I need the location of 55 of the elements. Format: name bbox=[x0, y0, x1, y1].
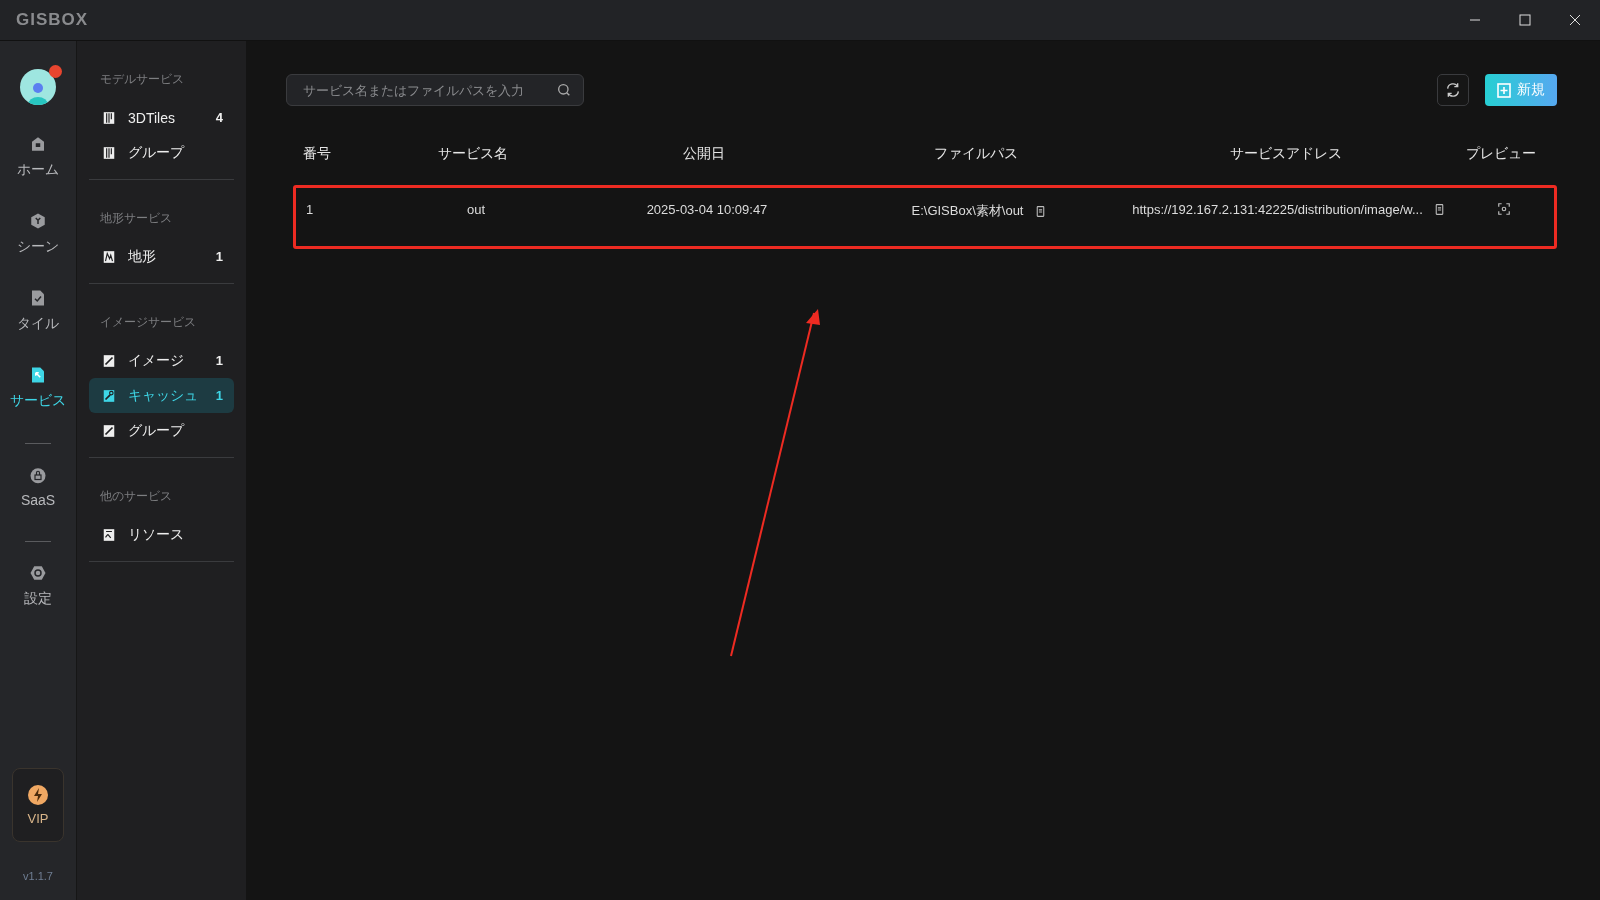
sidebar-item[interactable]: キャッシュ 1 bbox=[89, 378, 234, 413]
column-header: サービスアドレス bbox=[1229, 145, 1343, 163]
document-arrow-icon bbox=[29, 366, 47, 384]
rail-item[interactable]: SaaS bbox=[20, 458, 56, 516]
sidebar-item[interactable]: 3DTiles 4 bbox=[89, 100, 234, 135]
cube-icon bbox=[29, 212, 47, 230]
image-icon bbox=[102, 423, 116, 438]
version-label: v1.1.7 bbox=[23, 870, 53, 882]
image-clock-icon bbox=[102, 388, 116, 403]
refresh-icon bbox=[1445, 82, 1461, 98]
sidebar-item[interactable]: グループ bbox=[89, 135, 234, 170]
table-cell-text: 1 bbox=[305, 202, 315, 217]
avatar[interactable] bbox=[20, 69, 56, 105]
preview-icon bbox=[1497, 202, 1511, 216]
mountain-icon bbox=[102, 249, 116, 264]
lock-icon bbox=[29, 466, 47, 484]
sidebar-item[interactable]: リソース bbox=[89, 517, 234, 552]
lightning-icon bbox=[28, 784, 48, 805]
app-logo: GISBOX bbox=[16, 10, 89, 30]
notification-badge bbox=[49, 65, 62, 78]
group-title: 他のサービス bbox=[99, 488, 173, 505]
vip-button[interactable]: VIP bbox=[12, 768, 64, 842]
rail-item[interactable]: 設定 bbox=[24, 556, 52, 616]
sidebar-item[interactable]: グループ bbox=[89, 413, 234, 448]
refresh-button[interactable] bbox=[1437, 74, 1469, 106]
column-header: サービス名 bbox=[437, 145, 509, 163]
group-title: イメージサービス bbox=[99, 314, 197, 331]
search-icon bbox=[556, 82, 572, 98]
settings-icon bbox=[29, 564, 47, 582]
close-icon bbox=[1569, 14, 1581, 26]
sidebar-item[interactable]: イメージ 1 bbox=[89, 343, 234, 378]
columns-icon bbox=[102, 145, 116, 160]
table-cell-text: out bbox=[465, 202, 487, 217]
search-field[interactable]: サービス名またはファイルパスを入力 bbox=[286, 74, 584, 106]
table-cell: E:\GISBox\素材\out bbox=[911, 202, 1024, 220]
table-cell: https://192.167.2.131:42225/distribution/image/w... bbox=[1132, 202, 1423, 217]
maximize-icon bbox=[1519, 14, 1531, 26]
plus-document-icon bbox=[1497, 82, 1511, 98]
rail-item[interactable]: サービス bbox=[10, 358, 66, 418]
group-title: 地形サービス bbox=[99, 210, 173, 227]
rail-item[interactable]: タイル bbox=[17, 281, 59, 341]
document-check-icon bbox=[29, 289, 47, 307]
column-header: 公開日 bbox=[682, 145, 726, 163]
table-cell-text: 2025-03-04 10:09:47 bbox=[645, 202, 769, 217]
rail-item[interactable]: シーン bbox=[17, 204, 59, 264]
column-header: 番号 bbox=[302, 145, 332, 163]
columns-icon bbox=[102, 110, 116, 125]
column-header: ファイルパス bbox=[933, 145, 1019, 163]
sidebar-item[interactable]: 地形 1 bbox=[89, 239, 234, 274]
house-icon bbox=[29, 135, 47, 153]
group-title: モデルサービス bbox=[99, 71, 185, 88]
rail-item[interactable]: ホーム bbox=[17, 127, 59, 187]
column-header: プレビュー bbox=[1465, 145, 1537, 163]
resource-icon bbox=[102, 527, 116, 542]
image-icon bbox=[102, 353, 116, 368]
